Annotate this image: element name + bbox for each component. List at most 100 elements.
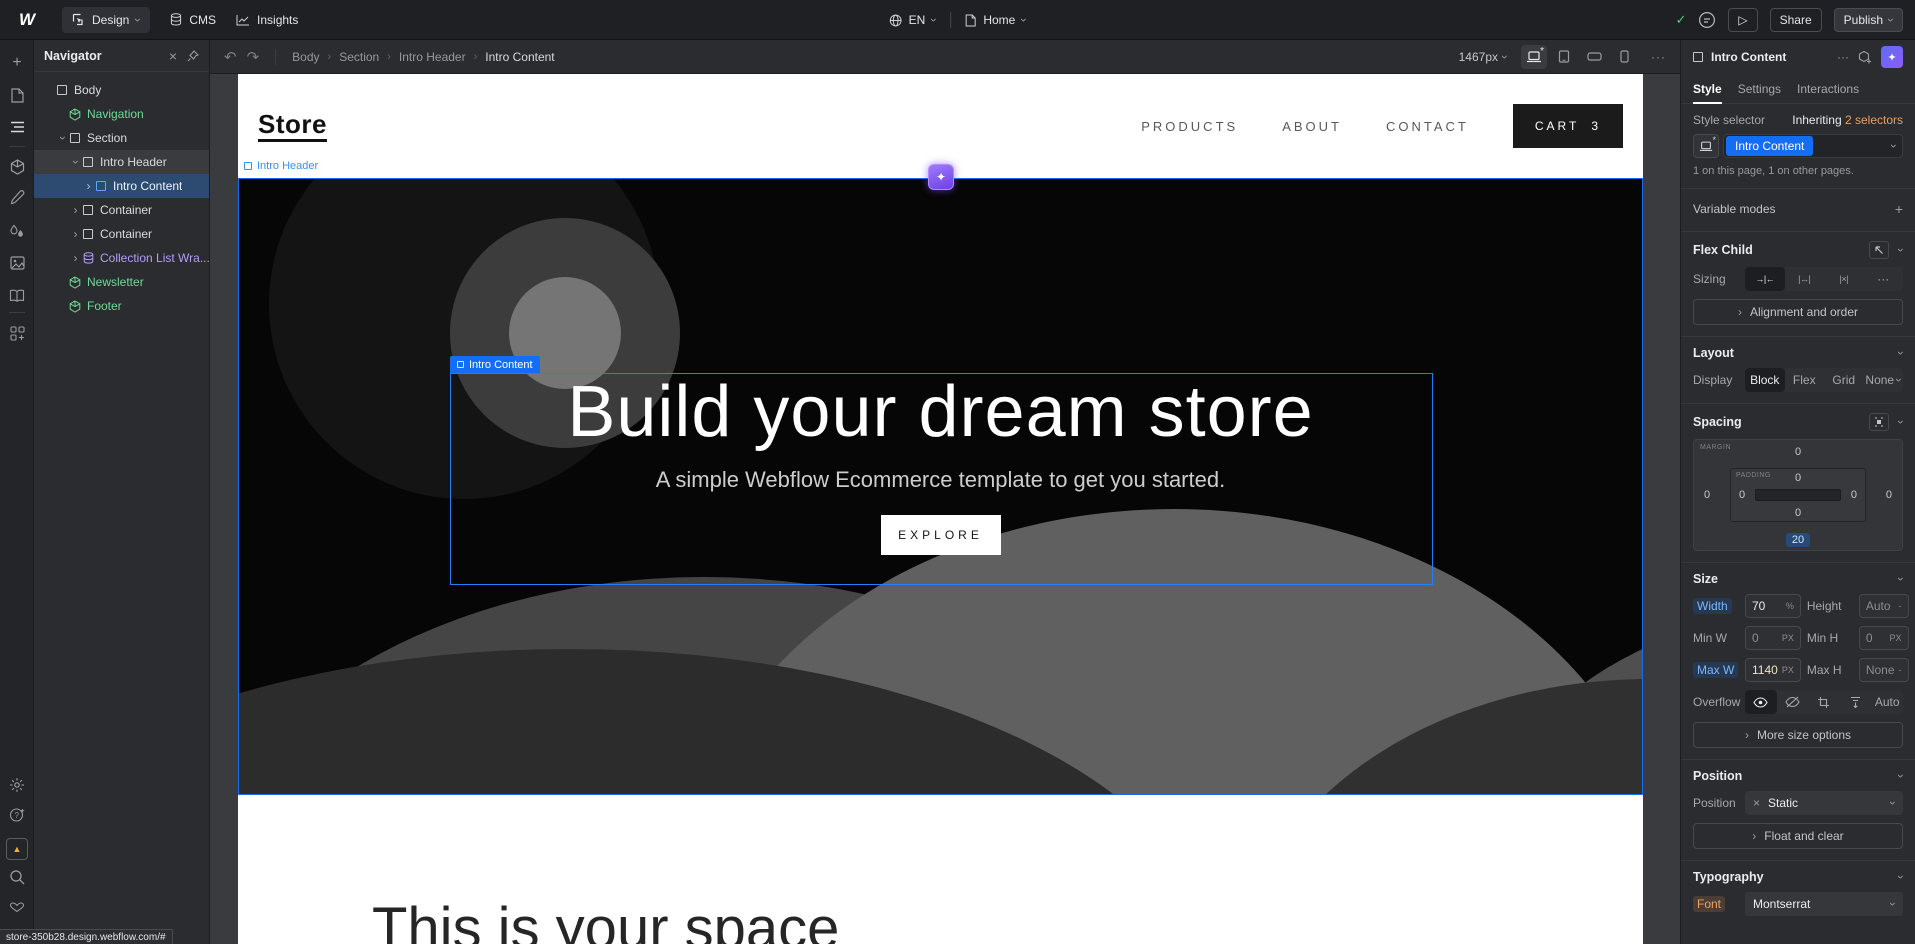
breakpoint-desktop-button[interactable]: * — [1521, 45, 1547, 69]
height-unit[interactable]: - — [1899, 601, 1902, 611]
overflow-visible-option[interactable] — [1745, 690, 1777, 714]
design-mode-button[interactable]: Design › — [62, 7, 150, 33]
inheriting-label[interactable]: Inheriting — [1792, 113, 1841, 127]
element-label-intro-content[interactable]: Intro Content — [450, 356, 540, 373]
cart-button[interactable]: CART 3 — [1513, 104, 1623, 148]
ai-assistant-button[interactable]: ✦ — [1881, 46, 1903, 68]
inheriting-count[interactable]: 2 selectors — [1845, 113, 1903, 127]
parent-arrow-icon[interactable] — [1869, 241, 1889, 259]
clear-icon[interactable]: × — [1753, 796, 1760, 810]
overflow-clip-option[interactable] — [1808, 690, 1840, 714]
margin-bottom-value[interactable]: 20 — [1694, 534, 1902, 546]
navigator-item-container[interactable]: › Container — [34, 222, 209, 246]
chevron-down-icon[interactable]: › — [1895, 774, 1907, 778]
site-logo[interactable]: Store — [258, 110, 327, 143]
redo-icon[interactable]: ↷ — [247, 48, 260, 66]
libraries-icon[interactable] — [0, 282, 34, 308]
max-height-unit[interactable]: - — [1899, 665, 1902, 675]
padding-right-value[interactable]: 0 — [1851, 489, 1857, 501]
apps-icon[interactable] — [0, 320, 34, 346]
cms-button[interactable]: CMS — [170, 13, 216, 27]
width-unit[interactable]: % — [1786, 601, 1794, 611]
ai-assistant-badge[interactable]: ✦ — [928, 164, 954, 190]
breakpoint-phone-landscape-button[interactable] — [1581, 45, 1607, 69]
min-width-value[interactable]: 0 — [1752, 631, 1778, 645]
margin-left-value[interactable]: 0 — [1704, 489, 1710, 501]
margin-bottom-chip[interactable]: 20 — [1786, 533, 1810, 547]
width-field[interactable]: 70 % — [1745, 594, 1801, 618]
min-width-field[interactable]: 0 PX — [1745, 626, 1801, 650]
chevron-right-icon[interactable]: › — [74, 228, 78, 240]
add-variable-mode-icon[interactable]: + — [1895, 201, 1903, 217]
chevron-right-icon[interactable]: › — [87, 180, 91, 192]
section-title[interactable]: This is your space — [372, 895, 839, 944]
navigator-icon[interactable] — [0, 114, 34, 140]
height-value[interactable]: Auto — [1866, 599, 1895, 613]
element-settings-icon[interactable]: ··· — [1837, 50, 1849, 64]
style-manager-icon[interactable] — [0, 184, 34, 210]
chevron-down-icon[interactable]: › — [57, 136, 69, 140]
max-height-value[interactable]: None — [1866, 663, 1895, 677]
breakpoint-tablet-button[interactable] — [1551, 45, 1577, 69]
nav-link-products[interactable]: PRODUCTS — [1141, 119, 1238, 134]
hero-section[interactable]: Intro Content Build your dream store A s… — [238, 178, 1643, 795]
breadcrumb-item[interactable]: Section — [339, 50, 379, 64]
navigator-item-intro-header[interactable]: › Intro Header — [34, 150, 209, 174]
nav-link-contact[interactable]: CONTACT — [1386, 119, 1469, 134]
navigator-item-footer[interactable]: Footer — [34, 294, 209, 318]
margin-top-value[interactable]: 0 — [1694, 446, 1902, 458]
canvas-width-control[interactable]: 1467px › — [1459, 50, 1507, 64]
breadcrumb-item[interactable]: Body — [292, 50, 319, 64]
class-pill[interactable]: Intro Content — [1726, 136, 1813, 156]
breakpoint-phone-portrait-button[interactable] — [1611, 45, 1637, 69]
nav-link-about[interactable]: ABOUT — [1282, 119, 1342, 134]
chevron-down-icon[interactable]: › — [70, 160, 82, 164]
chevron-right-icon[interactable]: › — [74, 204, 78, 216]
chevron-down-icon[interactable]: › — [1888, 144, 1900, 148]
more-size-options-button[interactable]: › More size options — [1693, 722, 1903, 748]
padding-left-value[interactable]: 0 — [1739, 489, 1745, 501]
element-label-intro-header[interactable]: Intro Header — [244, 160, 318, 172]
min-height-unit[interactable]: PX — [1890, 633, 1902, 643]
min-height-value[interactable]: 0 — [1866, 631, 1886, 645]
navigator-item-intro-content[interactable]: › Intro Content — [34, 174, 209, 198]
float-clear-button[interactable]: › Float and clear — [1693, 823, 1903, 849]
chevron-down-icon[interactable]: › — [1895, 577, 1907, 581]
padding-top-value[interactable]: 0 — [1731, 472, 1865, 484]
display-none-option[interactable]: None › — [1864, 368, 1904, 392]
overflow-hidden-option[interactable] — [1777, 690, 1809, 714]
components-icon[interactable] — [0, 154, 34, 180]
comments-icon[interactable] — [1698, 11, 1716, 29]
min-height-field[interactable]: 0 PX — [1859, 626, 1909, 650]
breadcrumb-item[interactable]: Intro Content — [485, 50, 554, 64]
add-element-icon[interactable]: + — [0, 50, 34, 76]
chevron-down-icon[interactable]: › — [1895, 875, 1907, 879]
webflow-logo-icon[interactable]: W — [12, 10, 42, 30]
selection-outline[interactable] — [450, 373, 1433, 585]
audit-warning-icon[interactable]: ▲ — [6, 838, 28, 860]
create-component-icon[interactable] — [1858, 50, 1872, 64]
navigator-item-body[interactable]: Body — [34, 78, 209, 102]
padding-bottom-value[interactable]: 0 — [1731, 507, 1865, 519]
breadcrumb-item[interactable]: Intro Header — [399, 50, 466, 64]
spacing-mode-icon[interactable] — [1869, 413, 1889, 431]
chevron-down-icon[interactable]: › — [1895, 351, 1907, 355]
display-grid-option[interactable]: Grid — [1824, 368, 1864, 392]
min-width-unit[interactable]: PX — [1782, 633, 1794, 643]
help-icon[interactable]: ? — [0, 802, 34, 828]
page-switcher[interactable]: Home › — [965, 13, 1026, 27]
tab-interactions[interactable]: Interactions — [1797, 82, 1859, 96]
assets-icon[interactable] — [0, 250, 34, 276]
max-height-field[interactable]: None - — [1859, 658, 1909, 682]
breakpoint-indicator-button[interactable]: * — [1693, 134, 1719, 158]
tab-settings[interactable]: Settings — [1738, 82, 1781, 96]
alignment-order-button[interactable]: › Alignment and order — [1693, 299, 1903, 325]
navigator-item-navigation[interactable]: Navigation — [34, 102, 209, 126]
sizing-fixed-option[interactable]: |×| — [1824, 267, 1864, 291]
sizing-shrink-option[interactable]: →|← — [1745, 267, 1785, 291]
tab-style[interactable]: Style — [1693, 82, 1722, 104]
navigator-item-newsletter[interactable]: Newsletter — [34, 270, 209, 294]
locale-switcher[interactable]: EN › — [889, 13, 937, 27]
position-dropdown[interactable]: × Static › — [1745, 791, 1903, 815]
class-selector-input[interactable]: Intro Content › — [1723, 134, 1903, 158]
